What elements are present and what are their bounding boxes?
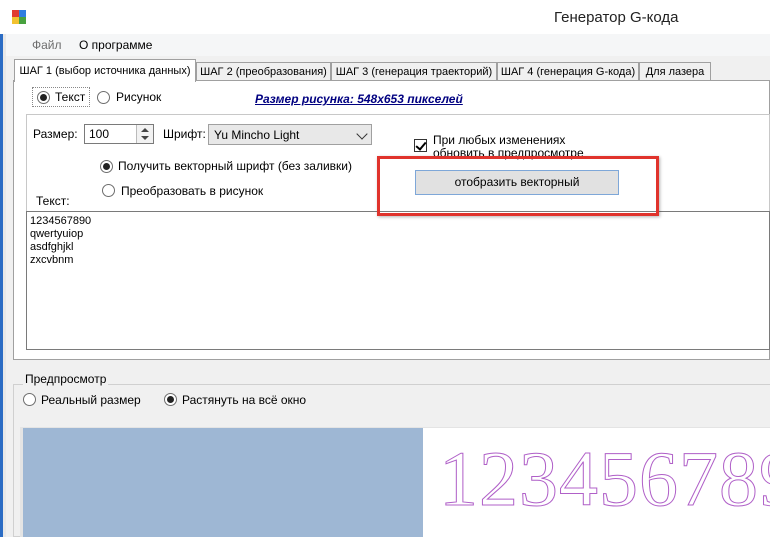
text-line: qwertyuiop bbox=[30, 228, 84, 240]
radio-real-size-label: Реальный размер bbox=[41, 393, 141, 407]
font-select-value: Yu Mincho Light bbox=[214, 128, 300, 142]
text-line: 1234567890 bbox=[30, 215, 92, 227]
radio-raster-label: Преобразовать в рисунок bbox=[121, 184, 264, 198]
highlight-annotation bbox=[377, 156, 659, 216]
preview-title: Предпросмотр bbox=[23, 372, 109, 386]
tab-step-3[interactable]: ШАГ 3 (генерация траекторий) bbox=[331, 62, 497, 81]
size-value: 100 bbox=[89, 127, 110, 141]
stepper-up-icon[interactable] bbox=[141, 128, 149, 132]
image-size-info: Размер рисунка: 548x653 пикселей bbox=[255, 92, 463, 106]
radio-stretch-label: Растянуть на всё окно bbox=[182, 393, 307, 407]
radio-image-label: Рисунок bbox=[116, 90, 162, 104]
preview-background bbox=[23, 428, 423, 537]
preview-render: 1234567890 bbox=[423, 428, 770, 537]
text-line: asdfghjkl bbox=[30, 241, 74, 253]
radio-vector-font-label: Получить векторный шрифт (без заливки) bbox=[118, 159, 352, 173]
chevron-down-icon bbox=[356, 128, 368, 140]
check-icon bbox=[415, 139, 427, 151]
text-input-area[interactable]: 1234567890 qwertyuiop asdfghjkl zxcvbnm bbox=[26, 211, 770, 350]
app-icon bbox=[12, 10, 26, 24]
window-title: Генератор G-кода bbox=[554, 9, 679, 26]
preview-rendered-text: 1234567890 bbox=[439, 435, 770, 523]
tab-laser[interactable]: Для лазера bbox=[639, 62, 711, 81]
stepper-arrows[interactable] bbox=[136, 125, 153, 143]
radio-raster[interactable] bbox=[102, 184, 115, 197]
font-select[interactable]: Yu Mincho Light bbox=[208, 124, 372, 145]
radio-text[interactable] bbox=[37, 91, 50, 104]
size-label: Размер: bbox=[33, 127, 78, 141]
menu-file[interactable]: Файл bbox=[32, 38, 62, 52]
stepper-down-icon[interactable] bbox=[141, 136, 149, 140]
size-stepper[interactable]: 100 bbox=[84, 124, 154, 144]
radio-image[interactable] bbox=[97, 91, 110, 104]
radio-text-label: Текст bbox=[55, 90, 86, 104]
text-line: zxcvbnm bbox=[30, 254, 74, 266]
font-label: Шрифт: bbox=[163, 127, 206, 141]
menu-about[interactable]: О программе bbox=[79, 38, 152, 52]
radio-real-size[interactable] bbox=[23, 393, 36, 406]
tab-step-2[interactable]: ШАГ 2 (преобразования) bbox=[196, 62, 331, 81]
menu-bar: Файл О программе bbox=[6, 34, 770, 56]
text-label: Текст: bbox=[36, 194, 70, 208]
radio-vector-font[interactable] bbox=[100, 160, 113, 173]
tab-step-4[interactable]: ШАГ 4 (генерация G-кода) bbox=[497, 62, 639, 81]
tab-step-1[interactable]: ШАГ 1 (выбор источника данных) bbox=[14, 59, 196, 82]
radio-stretch[interactable] bbox=[164, 393, 177, 406]
refresh-checkbox[interactable] bbox=[414, 139, 427, 152]
